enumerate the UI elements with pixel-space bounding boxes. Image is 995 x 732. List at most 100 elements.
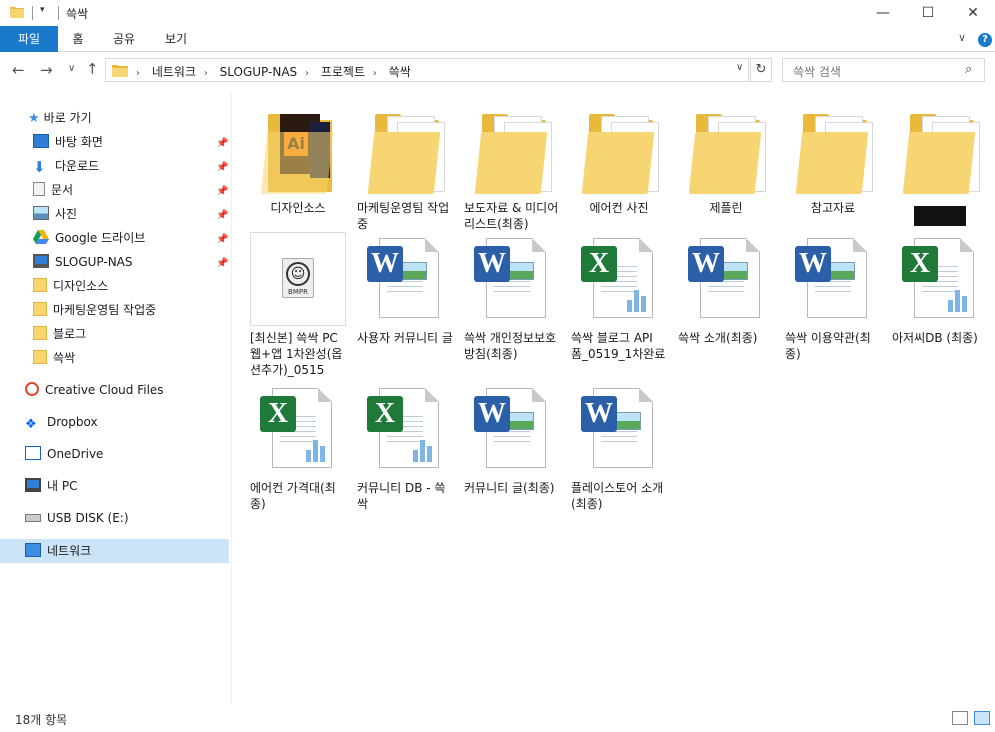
breadcrumb-nas[interactable]: SLOGUP-NAS <box>220 65 298 79</box>
tab-share[interactable]: 공유 <box>106 26 142 52</box>
nav-item-nas[interactable]: SLOGUP-NAS <box>33 251 133 273</box>
file-name: 보도자료 & 미디어리스트(최종) <box>464 201 559 231</box>
file-item[interactable]: W 커뮤니티 글(최종) <box>462 382 562 496</box>
nav-item-recent[interactable]: 마케팅운영팀 작업중 <box>33 299 156 321</box>
folder-icon <box>112 65 128 77</box>
nav-item-dropbox[interactable]: ❖ Dropbox <box>25 411 98 433</box>
folder-icon <box>357 102 453 198</box>
nav-item-recent[interactable]: 블로그 <box>33 323 86 345</box>
google-drive-icon <box>33 230 49 244</box>
word-file-icon: W <box>571 382 667 478</box>
word-file-icon: W <box>785 232 881 328</box>
download-icon: ⬇ <box>33 158 46 176</box>
file-item[interactable]: 에어컨 사진 <box>569 102 669 216</box>
file-item[interactable]: 제플린 <box>676 102 776 216</box>
file-item[interactable]: X 쓱싹 블로그 API 폼_0519_1차완료 <box>569 232 669 362</box>
folder-icon <box>10 7 24 18</box>
file-name: 커뮤니티 DB - 쓱싹 <box>357 481 446 511</box>
pin-icon[interactable]: 📌 <box>216 234 228 245</box>
back-arrow-icon[interactable]: ← <box>12 61 25 79</box>
word-file-icon: W <box>678 232 774 328</box>
file-item[interactable]: W 플레이스토어 소개(최종) <box>569 382 669 512</box>
search-input[interactable]: 쓱싹 검색 <box>793 63 841 80</box>
tab-view[interactable]: 보기 <box>158 26 194 52</box>
nav-item-this-pc[interactable]: 내 PC <box>25 475 77 497</box>
nav-item-network[interactable]: 네트워크 <box>0 539 229 563</box>
pin-icon[interactable]: 📌 <box>216 186 228 197</box>
file-item[interactable]: ☺ BMPR [최신본] 쓱싹 PC웹+앱 1차완성(옵션추가)_0515 <box>248 232 348 378</box>
help-icon[interactable]: ? <box>978 33 992 47</box>
search-icon[interactable]: ⌕ <box>965 62 972 77</box>
pin-icon[interactable]: 📌 <box>216 138 228 149</box>
breadcrumb-project[interactable]: 프로젝트 <box>321 65 365 79</box>
refresh-icon[interactable]: ↻ <box>750 58 772 82</box>
file-item[interactable]: 참고자료 <box>783 102 883 216</box>
file-item[interactable]: 보도자료 & 미디어리스트(최종) <box>462 102 562 232</box>
details-view-icon[interactable] <box>952 711 968 725</box>
breadcrumb-current[interactable]: 쓱싹 <box>389 65 411 79</box>
file-name: 디자인소스 <box>270 201 326 215</box>
file-grid: Ai 디자인소스 마케팅운영팀 작업중 보도자료 & 미디어리스트(최종) 에어컨 사진… <box>240 92 980 704</box>
onedrive-icon <box>25 446 41 460</box>
nav-label: 문서 <box>51 183 74 197</box>
file-item[interactable]: X 커뮤니티 DB - 쓱싹 <box>355 382 455 512</box>
large-icons-view-icon[interactable] <box>974 711 990 725</box>
quick-access-dropdown-icon[interactable]: ▾ <box>40 5 45 15</box>
documents-icon <box>33 182 45 196</box>
address-bar[interactable]: › 네트워크 › SLOGUP-NAS › 프로젝트 › 쓱싹 <box>105 58 749 82</box>
nav-item-usb[interactable]: USB DISK (E:) <box>25 507 129 529</box>
nav-item-onedrive[interactable]: OneDrive <box>25 443 103 465</box>
expand-ribbon-icon[interactable]: ∨ <box>958 31 966 44</box>
tab-home[interactable]: 홈 <box>64 26 92 52</box>
window-title: 쓱싹 <box>66 7 89 21</box>
search-box[interactable]: 쓱싹 검색 ⌕ <box>782 58 985 82</box>
maximize-button[interactable]: ☐ <box>905 0 951 26</box>
nav-label: Google 드라이브 <box>55 231 146 245</box>
nav-item-desktop[interactable]: 바탕 화면 <box>33 131 103 153</box>
close-button[interactable]: ✕ <box>950 0 995 26</box>
nav-label: SLOGUP-NAS <box>55 255 133 269</box>
up-arrow-icon[interactable]: ↑ <box>86 60 99 78</box>
address-dropdown-icon[interactable]: ∨ <box>736 62 743 73</box>
nav-label: 디자인소스 <box>53 279 109 293</box>
file-item[interactable]: W 사용자 커뮤니티 글 <box>355 232 455 346</box>
nav-label: USB DISK (E:) <box>47 511 129 525</box>
nav-item-documents[interactable]: 문서 <box>33 179 73 201</box>
dropbox-icon: ❖ <box>25 417 37 432</box>
nav-item-pictures[interactable]: 사진 <box>33 203 77 225</box>
file-name: 사용자 커뮤니티 글 <box>357 331 453 345</box>
creative-cloud-icon <box>25 382 39 396</box>
pin-icon[interactable]: 📌 <box>216 162 228 173</box>
star-icon: ★ <box>28 111 40 126</box>
item-count: 18개 항목 <box>15 713 68 727</box>
file-item[interactable]: X 에어컨 가격대(최종) <box>248 382 348 512</box>
recent-locations-icon[interactable]: ∨ <box>68 63 75 74</box>
redacted-label <box>914 206 966 226</box>
nav-label: 다운로드 <box>55 159 100 173</box>
file-item[interactable]: W 쓱싹 개인정보보호방침(최종) <box>462 232 562 362</box>
pin-icon[interactable]: 📌 <box>216 258 228 269</box>
file-item[interactable]: 마케팅운영팀 작업중 <box>355 102 455 232</box>
file-item[interactable]: Ai 디자인소스 <box>248 102 348 216</box>
nav-item-downloads[interactable]: ⬇ 다운로드 <box>33 155 99 177</box>
file-item[interactable] <box>890 102 990 226</box>
file-item[interactable]: X 아저씨DB (최종) <box>890 232 990 346</box>
pin-icon[interactable]: 📌 <box>216 210 228 221</box>
nav-item-recent[interactable]: 쓱싹 <box>33 347 75 369</box>
nav-item-creative-cloud[interactable]: Creative Cloud Files <box>25 379 164 401</box>
folder-icon <box>33 326 47 340</box>
nav-item-recent[interactable]: 디자인소스 <box>33 275 108 297</box>
tab-file[interactable]: 파일 <box>0 26 58 52</box>
file-item[interactable]: W 쓱싹 소개(최종) <box>676 232 776 346</box>
forward-arrow-icon[interactable]: → <box>40 61 53 79</box>
nav-label: 내 PC <box>47 479 78 493</box>
file-name: 제플린 <box>709 201 743 215</box>
nav-quick-access[interactable]: ★ 바로 가기 <box>28 107 92 129</box>
minimize-button[interactable]: — <box>860 0 906 26</box>
breadcrumb-network[interactable]: 네트워크 <box>152 65 196 79</box>
file-item[interactable]: W 쓱싹 이용약관(최종) <box>783 232 883 362</box>
word-file-icon: W <box>357 232 453 328</box>
folder-icon <box>678 102 774 198</box>
file-name: 아저씨DB (최종) <box>892 331 978 345</box>
nav-item-google-drive[interactable]: Google 드라이브 <box>33 227 145 249</box>
